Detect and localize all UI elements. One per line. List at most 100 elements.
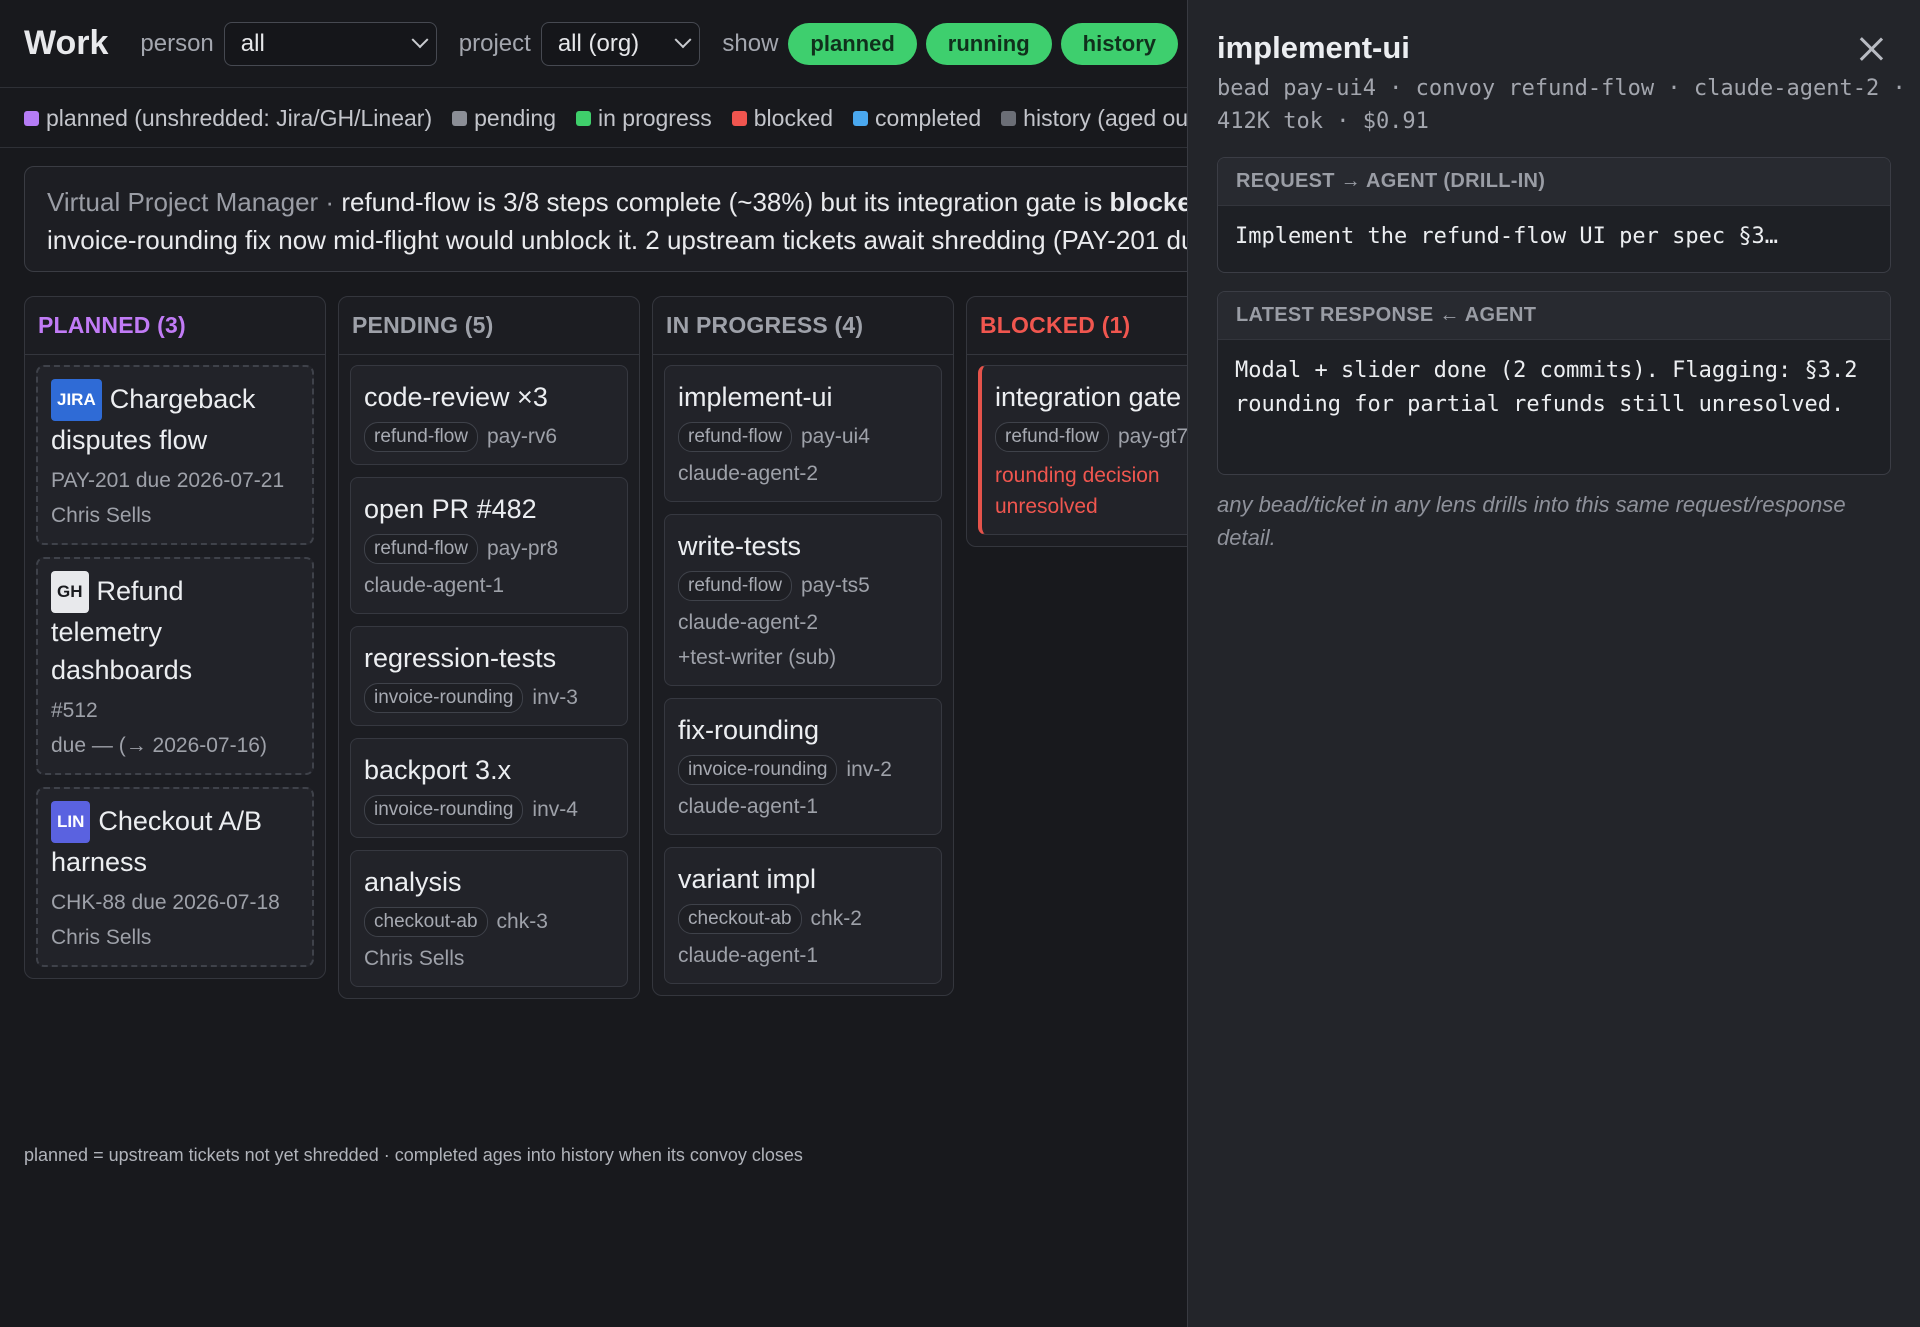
bead-id: pay-gt7: [1118, 425, 1187, 448]
legend-history: history (aged out): [1001, 105, 1187, 132]
bead-id: chk-2: [810, 907, 862, 930]
card-sub-agent: +test-writer (sub): [678, 646, 837, 669]
column-body: JIRA Chargeback disputes flow PAY-201 due…: [25, 355, 325, 978]
legend-label: history (aged out): [1023, 104, 1187, 131]
card-agent: Chris Sells: [364, 947, 465, 970]
card-agent: claude-agent-1: [364, 574, 505, 597]
card-agent: claude-agent-1: [678, 944, 819, 967]
card-tags: refund-flow pay-ts5: [678, 571, 928, 601]
card-title: analysis: [364, 867, 462, 897]
card-meta: CHK-88 due 2026-07-18: [51, 891, 280, 914]
show-history-toggle[interactable]: history: [1060, 22, 1178, 65]
card-title: code-review ×3: [364, 382, 548, 412]
main-area: Work person all project all (org) show p…: [0, 0, 1187, 1327]
ticket-card[interactable]: LIN Checkout A/B harness CHK-88 due 2026-…: [36, 787, 314, 967]
bead-card[interactable]: fix-rounding invoice-rounding inv-2 claud…: [664, 698, 942, 835]
bead-id: pay-ui4: [801, 425, 870, 448]
column-header: PENDING (5): [339, 297, 639, 355]
column-pending: PENDING (5) code-review ×3 refund-flow pa…: [338, 296, 640, 999]
card-title: regression-tests: [364, 643, 557, 673]
column-header: IN PROGRESS (4): [653, 297, 953, 355]
card-person: Chris Sells: [51, 926, 152, 949]
bead-card[interactable]: integration gate refund-flow pay-gt7 roun…: [978, 365, 1187, 535]
detail-drawer: implement-ui bead pay-ui4 · convoy refun…: [1187, 0, 1920, 1327]
bead-card[interactable]: open PR #482 refund-flow pay-pr8 claude-a…: [350, 477, 628, 614]
legend-in-progress: in progress: [575, 105, 712, 132]
convoy-tag: invoice-rounding: [364, 683, 524, 713]
bead-card[interactable]: code-review ×3 refund-flow pay-rv6: [350, 365, 628, 465]
card-tags: refund-flow pay-rv6: [364, 422, 614, 452]
card-title: write-tests: [678, 531, 802, 561]
show-planned-toggle[interactable]: planned: [788, 22, 917, 65]
column-planned: PLANNED (3) JIRA Chargeback disputes flow…: [24, 296, 326, 979]
blocked-reason: rounding decision unresolved: [995, 464, 1160, 518]
convoy-tag: checkout-ab: [364, 907, 488, 937]
ticket-card[interactable]: GH Refund telemetry dashboards #512 due —…: [36, 557, 314, 775]
project-filter-label: project: [458, 29, 531, 57]
convoy-tag: refund-flow: [364, 422, 478, 452]
app-title: Work: [24, 24, 109, 62]
bead-card[interactable]: regression-tests invoice-rounding inv-3: [350, 626, 628, 726]
card-person: due — (→ 2026-07-16): [51, 734, 267, 757]
bead-card[interactable]: backport 3.x invoice-rounding inv-4: [350, 738, 628, 838]
chevron-down-icon: [411, 30, 429, 48]
vpm-label: Virtual Project Manager ·: [47, 187, 335, 217]
drawer-note: any bead/ticket in any lens drills into …: [1217, 492, 1846, 550]
swatch-history: [1001, 110, 1017, 126]
card-tags: checkout-ab chk-2: [678, 904, 928, 934]
jira-badge: JIRA: [51, 379, 102, 421]
card-agent: claude-agent-2: [678, 462, 819, 485]
card-title: open PR #482: [364, 494, 537, 524]
card-title: integration gate: [995, 382, 1182, 412]
person-filter-label: person: [140, 29, 214, 57]
column-body: implement-ui refund-flow pay-ui4 claude-a…: [653, 355, 953, 995]
column-in-progress: IN PROGRESS (4) implement-ui refund-flow…: [652, 296, 954, 996]
project-select[interactable]: all (org): [540, 21, 701, 66]
card-meta: PAY-201 due 2026-07-21: [51, 469, 285, 492]
request-body: Implement the refund-flow UI per spec §3…: [1235, 224, 1779, 249]
card-title: variant impl: [678, 864, 817, 894]
close-icon[interactable]: [1857, 34, 1887, 64]
ticket-card[interactable]: JIRA Chargeback disputes flow PAY-201 due…: [36, 365, 314, 545]
card-tags: refund-flow pay-gt7: [995, 422, 1187, 452]
request-panel: REQUEST → AGENT (DRILL-IN) Implement the…: [1217, 157, 1891, 273]
project-select-value: all (org): [557, 29, 640, 57]
column-header: BLOCKED (1): [967, 297, 1187, 355]
legend-label: completed: [875, 104, 982, 131]
swatch-completed: [853, 110, 869, 126]
person-select[interactable]: all: [223, 21, 437, 66]
bead-card[interactable]: implement-ui refund-flow pay-ui4 claude-a…: [664, 365, 942, 502]
convoy-tag: invoice-rounding: [678, 755, 838, 785]
request-panel-title: REQUEST → AGENT (DRILL-IN): [1218, 158, 1890, 206]
legend-blocked: blocked: [731, 105, 833, 132]
card-title: JIRA Chargeback disputes flow: [51, 379, 299, 459]
card-meta: #512: [51, 699, 98, 722]
status-legend: planned (unshredded: Jira/GH/Linear) pen…: [0, 89, 1187, 148]
column-body: integration gate refund-flow pay-gt7 roun…: [967, 355, 1187, 546]
column-blocked: BLOCKED (1) integration gate refund-flow…: [966, 296, 1187, 547]
person-select-value: all: [240, 29, 265, 57]
vpm-bold: blocked: [1109, 187, 1187, 217]
swatch-in-progress: [575, 110, 591, 126]
bead-card[interactable]: variant impl checkout-ab chk-2 claude-age…: [664, 847, 942, 984]
column-header: PLANNED (3): [25, 297, 325, 355]
top-bar: Work person all project all (org) show p…: [0, 0, 1187, 88]
convoy-tag: invoice-rounding: [364, 795, 524, 825]
vpm-text: refund-flow is 3/8 steps complete (~38%)…: [341, 187, 1103, 217]
card-tags: invoice-rounding inv-3: [364, 683, 614, 713]
bead-card[interactable]: analysis checkout-ab chk-3 Chris Sells: [350, 850, 628, 987]
linear-badge: LIN: [51, 801, 91, 843]
bead-id: inv-2: [846, 758, 892, 781]
response-body: Modal + slider done (2 commits). Flaggin…: [1235, 358, 1858, 417]
bead-id: inv-4: [532, 798, 578, 821]
convoy-tag: refund-flow: [364, 534, 478, 564]
card-title: backport 3.x: [364, 755, 512, 785]
virtual-project-manager-summary: Virtual Project Manager · refund-flow is…: [24, 166, 1187, 272]
convoy-tag: refund-flow: [678, 571, 792, 601]
card-tags: invoice-rounding inv-2: [678, 755, 928, 785]
swatch-pending: [452, 110, 468, 126]
show-running-toggle[interactable]: running: [925, 22, 1052, 65]
convoy-tag: refund-flow: [678, 422, 792, 452]
drawer-title: implement-ui: [1217, 30, 1410, 65]
bead-card[interactable]: write-tests refund-flow pay-ts5 claude-ag…: [664, 514, 942, 686]
